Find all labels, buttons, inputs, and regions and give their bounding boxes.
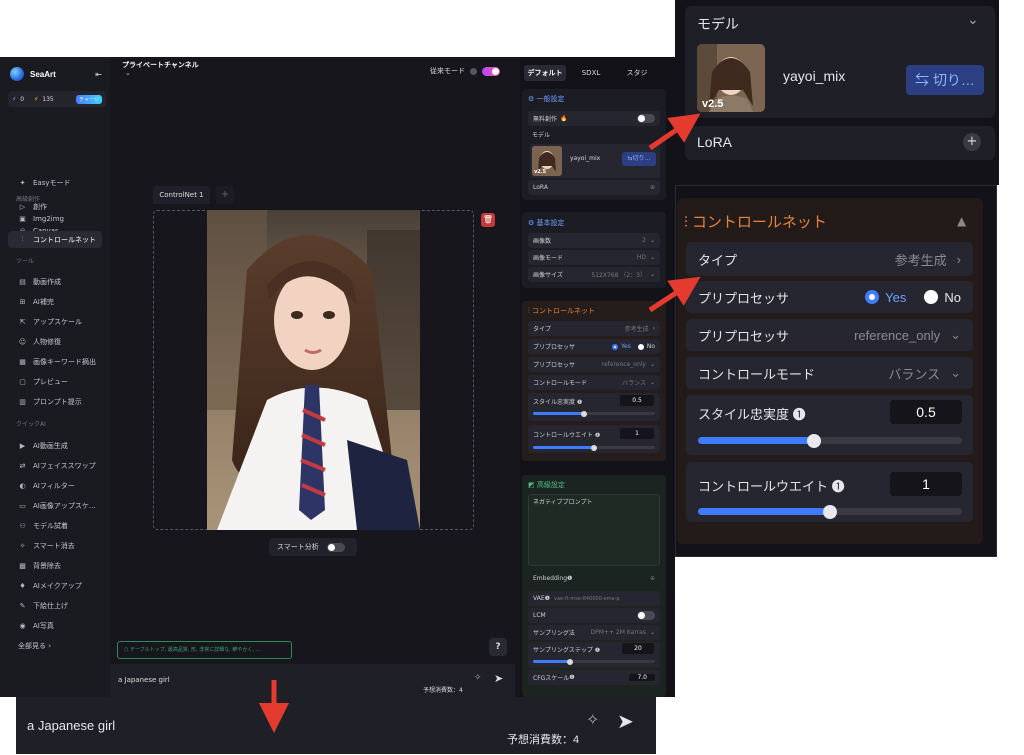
screenshot-root: SeaArt ⇤ ⚡ 0 ⚡ 135 チャージ ✦Easyモード ▷創作 ◎Ca… (0, 0, 1024, 755)
annotation-arrows (259, 113, 701, 733)
arrow-to-model-zoom (648, 113, 701, 151)
arrow-to-controlnet-zoom (648, 276, 701, 313)
